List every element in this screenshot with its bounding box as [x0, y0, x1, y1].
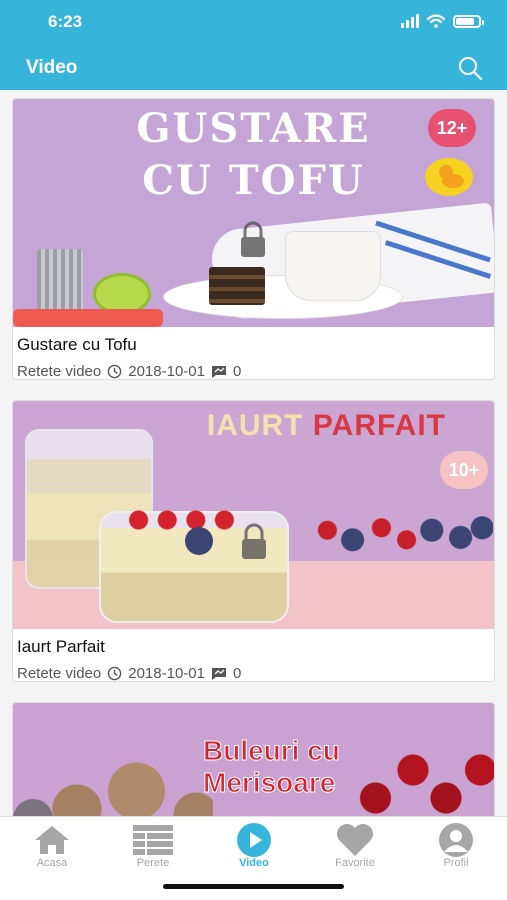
tab-label: Profil — [443, 857, 469, 869]
tab-acasa[interactable]: Acasa — [12, 823, 92, 869]
video-thumbnail[interactable]: IAURT PARFAIT 10+ — [13, 401, 494, 629]
video-meta: Retete video 2018-10-01 0 — [13, 657, 494, 682]
video-title[interactable]: Iaurt Parfait — [13, 629, 494, 657]
thumbnail-headline: Merisoare — [202, 767, 336, 799]
wifi-icon — [427, 14, 445, 28]
home-icon — [35, 826, 69, 854]
video-card[interactable]: Buleuri cu Merisoare — [12, 702, 495, 816]
thumbnail-headline: IAURT — [206, 409, 304, 442]
comment-count: 0 — [232, 665, 242, 682]
heart-icon — [337, 824, 373, 856]
clock-icon — [107, 666, 122, 681]
tab-video[interactable]: Video — [214, 823, 294, 869]
clock-icon — [107, 364, 122, 379]
tab-favorite[interactable]: Favorite — [315, 823, 395, 869]
video-date: 2018-10-01 — [128, 665, 205, 682]
video-card[interactable]: GUSTARE CU TOFU 12+ Gustare cu Tofu Rete… — [12, 98, 495, 380]
video-feed[interactable]: GUSTARE CU TOFU 12+ Gustare cu Tofu Rete… — [0, 90, 507, 816]
tab-label: Favorite — [335, 857, 375, 869]
video-thumbnail[interactable]: Buleuri cu Merisoare — [13, 703, 494, 816]
status-time: 6:23 — [48, 12, 83, 31]
lock-icon — [242, 523, 266, 559]
thumbnail-headline: CU TOFU — [142, 157, 365, 204]
signal-icon — [401, 14, 419, 28]
tab-profil[interactable]: Profil — [416, 823, 496, 869]
tab-perete[interactable]: Perete — [113, 823, 193, 869]
video-category: Retete video — [17, 665, 102, 682]
video-card[interactable]: IAURT PARFAIT 10+ Iaurt Parfait Retete v… — [12, 400, 495, 682]
status-bar: 6:23 — [0, 0, 507, 44]
thumbnail-headline: Buleuri cu — [203, 735, 341, 767]
video-meta: Retete video 2018-10-01 0 — [13, 355, 494, 380]
tab-label: Perete — [136, 857, 170, 869]
cherries — [353, 749, 494, 816]
comment-icon — [211, 667, 226, 680]
thumbnail-headline: GUSTARE — [136, 105, 371, 152]
video-date: 2018-10-01 — [128, 363, 205, 380]
app-header: Video — [0, 44, 507, 90]
video-category: Retete video — [17, 363, 102, 380]
berries — [123, 509, 253, 531]
tab-label: Acasa — [36, 857, 68, 869]
page-title: Video — [26, 57, 78, 78]
profile-icon — [439, 823, 473, 857]
blueberry — [185, 527, 213, 555]
video-title[interactable]: Gustare cu Tofu — [13, 327, 494, 355]
wall-list-icon — [133, 825, 173, 855]
duck-logo-icon — [425, 158, 473, 196]
home-indicator — [163, 884, 344, 889]
comment-icon — [211, 365, 226, 378]
comment-count: 0 — [232, 363, 242, 380]
age-badge: 10+ — [440, 451, 488, 489]
tofu-stack — [209, 267, 265, 305]
age-badge: 12+ — [428, 109, 476, 147]
berries-scatter — [313, 511, 493, 559]
video-thumbnail[interactable]: GUSTARE CU TOFU 12+ — [13, 99, 494, 327]
cutting-board — [13, 309, 163, 327]
status-icons — [401, 14, 484, 28]
energy-balls — [43, 761, 213, 816]
thumbnail-headline-row: IAURT PARFAIT — [207, 409, 446, 443]
battery-icon — [453, 14, 484, 28]
search-icon[interactable] — [457, 55, 483, 81]
cup-shape — [285, 231, 381, 301]
play-icon — [237, 823, 271, 857]
tab-label: Video — [239, 857, 269, 869]
lock-icon — [241, 221, 265, 257]
thumbnail-headline: PARFAIT — [312, 409, 446, 442]
